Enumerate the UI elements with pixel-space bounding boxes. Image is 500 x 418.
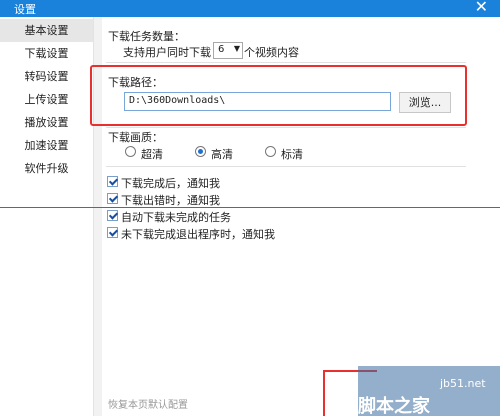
- watermark-text: 脚本之家: [358, 396, 430, 417]
- notify-error-label: 下载出错时，通知我: [121, 194, 220, 207]
- quality-label-standard: 标清: [281, 148, 303, 161]
- sidebar-item-update[interactable]: 软件升级: [0, 157, 93, 180]
- quality-label-super: 超清: [141, 148, 163, 161]
- chevron-down-icon: ▼: [233, 44, 240, 53]
- title-bar: 设置 ✕: [0, 0, 500, 17]
- watermark-site: jb51.net: [440, 377, 486, 390]
- auto-resume-checkbox[interactable]: [107, 210, 118, 221]
- sidebar: 基本设置 下载设置 转码设置 上传设置 播放设置 加速设置 软件升级: [0, 17, 93, 416]
- sidebar-item-download[interactable]: 下载设置: [0, 42, 93, 65]
- window-title: 设置: [14, 3, 36, 16]
- annotation-line: [0, 207, 500, 208]
- close-icon[interactable]: ✕: [475, 0, 488, 17]
- sidebar-item-basic[interactable]: 基本设置: [0, 19, 93, 42]
- notify-error-checkbox[interactable]: [107, 193, 118, 204]
- sidebar-item-acceleration[interactable]: 加速设置: [0, 134, 93, 157]
- divider: [106, 62, 466, 63]
- notify-complete-label: 下载完成后，通知我: [121, 177, 220, 190]
- restore-defaults-link[interactable]: 恢复本页默认配置: [108, 396, 188, 411]
- divider: [106, 127, 466, 128]
- auto-resume-label: 自动下载未完成的任务: [121, 211, 231, 224]
- sidebar-item-playback[interactable]: 播放设置: [0, 111, 93, 134]
- task-count-title: 下载任务数量：: [108, 30, 185, 43]
- highlight-box: [90, 65, 467, 126]
- quality-label-high: 高清: [211, 148, 233, 161]
- notify-exit-label: 未下载完成退出程序时，通知我: [121, 228, 275, 241]
- concurrent-select[interactable]: 6 ▼: [213, 42, 243, 59]
- concurrent-value: 6: [218, 44, 225, 55]
- notify-complete-checkbox[interactable]: [107, 176, 118, 187]
- concurrent-prefix: 支持用户同时下载: [123, 46, 211, 59]
- quality-title: 下载画质：: [108, 131, 163, 144]
- concurrent-suffix: 个视频内容: [244, 46, 299, 59]
- quality-radio-high[interactable]: [195, 146, 206, 157]
- sidebar-item-upload[interactable]: 上传设置: [0, 88, 93, 111]
- quality-radio-standard[interactable]: [265, 146, 276, 157]
- notify-exit-checkbox[interactable]: [107, 227, 118, 238]
- divider: [106, 166, 466, 167]
- quality-radio-super[interactable]: [125, 146, 136, 157]
- sidebar-item-transcode[interactable]: 转码设置: [0, 65, 93, 88]
